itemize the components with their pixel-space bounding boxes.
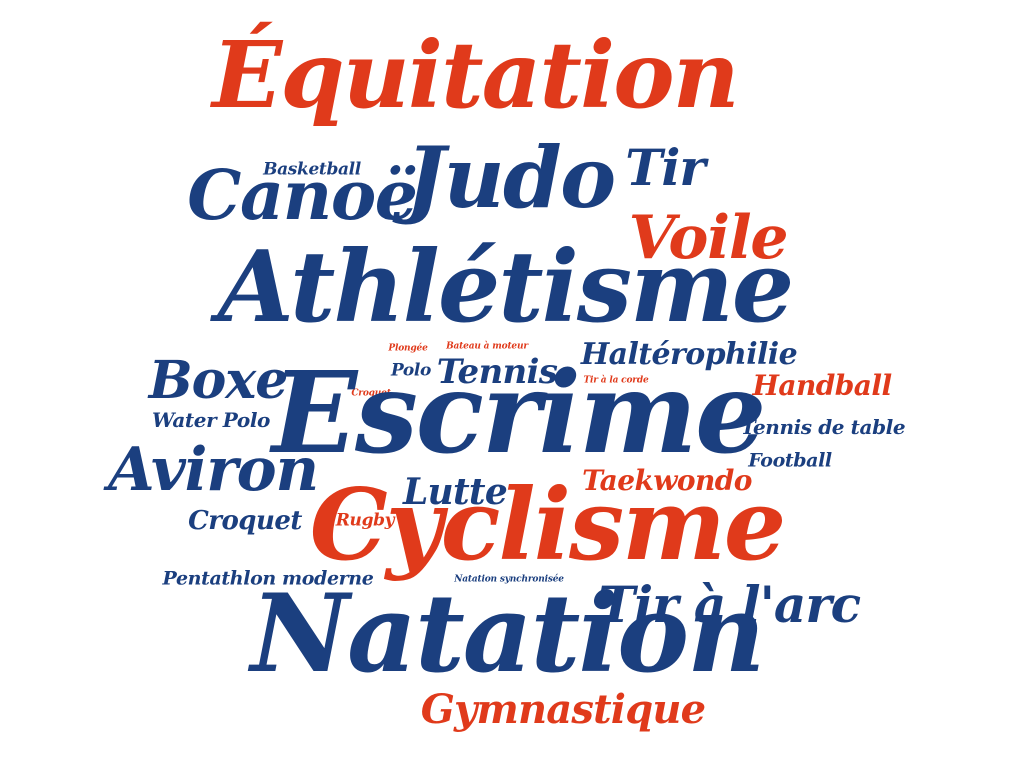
word-aviron: Aviron bbox=[108, 435, 319, 505]
word-gymnastique: Gymnastique bbox=[420, 686, 706, 733]
word-natation: Natation bbox=[250, 571, 766, 697]
word-croquet: Croquet bbox=[188, 506, 302, 536]
word-boxe: Boxe bbox=[148, 350, 289, 411]
word-judo: Judo bbox=[405, 128, 617, 227]
word-canoe: Canoë bbox=[187, 156, 418, 236]
word-cloud: Équitation Judo Tir Basketball Canoë Voi… bbox=[0, 0, 1024, 768]
word-equitation: Équitation bbox=[212, 21, 740, 129]
word-water-polo: Water Polo bbox=[152, 408, 270, 432]
word-escrime: Escrime bbox=[271, 348, 767, 479]
word-tennis-de-table: Tennis de table bbox=[740, 415, 906, 439]
word-tir: Tir bbox=[625, 138, 706, 197]
word-athletisme: Athlétisme bbox=[217, 230, 794, 345]
word-cyclisme: Cyclisme bbox=[309, 468, 787, 583]
word-handball: Handball bbox=[752, 369, 892, 402]
